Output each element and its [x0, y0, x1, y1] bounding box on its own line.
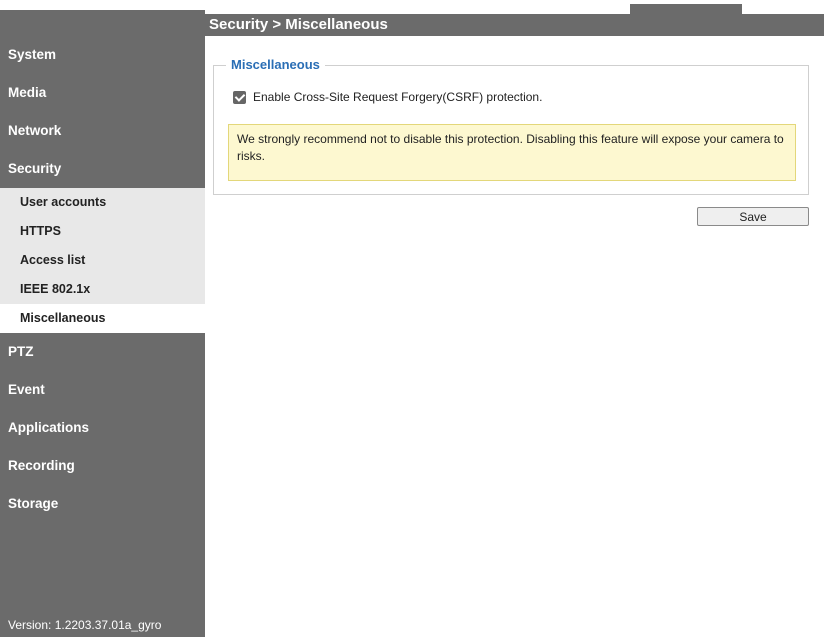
- section-title: Miscellaneous: [226, 57, 325, 73]
- submenu-item-https[interactable]: HTTPS: [0, 217, 205, 246]
- csrf-checkbox[interactable]: [233, 90, 246, 104]
- page-title: Security > Miscellaneous: [209, 16, 388, 33]
- sidebar-item-storage[interactable]: Storage: [0, 485, 205, 523]
- submenu-item-access-list[interactable]: Access list: [0, 246, 205, 275]
- sidebar-item-event[interactable]: Event: [0, 371, 205, 409]
- sidebar-item-applications[interactable]: Applications: [0, 409, 205, 447]
- sidebar-item-recording[interactable]: Recording: [0, 447, 205, 485]
- checkmark-icon: [234, 90, 246, 102]
- submenu-item-miscellaneous[interactable]: Miscellaneous: [0, 304, 205, 333]
- version-text: Version: 1.2203.37.01a_gyro: [8, 618, 162, 632]
- warning-message: We strongly recommend not to disable thi…: [228, 124, 796, 181]
- sidebar-item-system[interactable]: System: [0, 36, 205, 74]
- sidebar: System Media Network Security User accou…: [0, 36, 205, 637]
- save-button[interactable]: Save: [697, 207, 809, 226]
- security-submenu: User accounts HTTPS Access list IEEE 802…: [0, 188, 205, 333]
- submenu-item-user-accounts[interactable]: User accounts: [0, 188, 205, 217]
- sidebar-item-security[interactable]: Security: [0, 150, 205, 188]
- top-strip: [0, 0, 824, 14]
- top-tab-fragment: [630, 4, 742, 14]
- miscellaneous-section: Miscellaneous Enable Cross-Site Request …: [213, 57, 809, 195]
- sidebar-item-network[interactable]: Network: [0, 112, 205, 150]
- page-header: Security > Miscellaneous: [0, 14, 824, 36]
- submenu-item-ieee-8021x[interactable]: IEEE 802.1x: [0, 275, 205, 304]
- csrf-option: Enable Cross-Site Request Forgery(CSRF) …: [233, 90, 542, 104]
- sidebar-item-ptz[interactable]: PTZ: [0, 333, 205, 371]
- csrf-label[interactable]: Enable Cross-Site Request Forgery(CSRF) …: [253, 90, 542, 104]
- sidebar-item-media[interactable]: Media: [0, 74, 205, 112]
